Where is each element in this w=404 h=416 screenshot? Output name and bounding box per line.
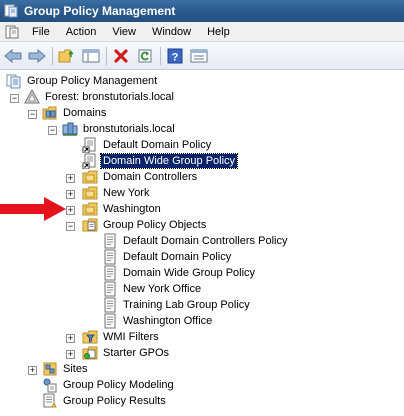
tree-item-label: New York Office <box>123 283 202 295</box>
tree-item-label: Group Policy Results <box>63 395 166 407</box>
forward-icon[interactable] <box>27 46 47 66</box>
expand-icon[interactable]: + <box>66 174 75 183</box>
expand-icon[interactable]: + <box>66 334 75 343</box>
tree-item-wmi-filters[interactable]: WMI Filters <box>82 329 161 345</box>
domain-icon <box>62 121 78 137</box>
tree-item-gpo[interactable]: New York Office <box>102 281 203 297</box>
back-icon[interactable] <box>3 46 23 66</box>
tree-item-label: Domain Controllers <box>103 171 198 183</box>
menu-file[interactable]: File <box>24 26 58 38</box>
console-tree: Group Policy Management − Forest: bronst… <box>0 70 404 416</box>
collapse-icon[interactable]: − <box>10 94 19 103</box>
tree-item-forest[interactable]: Forest: bronstutorials.local <box>24 88 176 105</box>
tree-item-label: New York <box>103 187 150 199</box>
menu-view[interactable]: View <box>104 26 144 38</box>
gpo-scroll-icon <box>102 233 118 249</box>
tree-item-sites[interactable]: Sites <box>42 361 89 377</box>
console-icon[interactable] <box>4 24 20 40</box>
window-title: Group Policy Management <box>24 4 176 18</box>
starter-gpo-folder-icon <box>82 345 98 361</box>
tree-item-label: Washington Office <box>123 315 213 327</box>
gpo-folder-icon <box>82 217 98 233</box>
tree-item-group-policy-modeling[interactable]: Group Policy Modeling <box>42 377 176 393</box>
tree-item-label: Washington <box>103 203 161 215</box>
group-policy-app-icon <box>4 4 18 18</box>
tree-item-gpo[interactable]: Default Domain Policy <box>102 249 233 265</box>
tree-item-gpo[interactable]: Washington Office <box>102 313 214 329</box>
tree-item-label: Group Policy Management <box>27 75 158 87</box>
tree-item-group-policy-results[interactable]: Group Policy Results <box>42 393 168 409</box>
gpo-scroll-icon <box>102 281 118 297</box>
tree-item-domain-wide-group-policy-link[interactable]: Domain Wide Group Policy <box>82 153 239 170</box>
tree-item-default-domain-policy-link[interactable]: Default Domain Policy <box>82 137 213 154</box>
tree-item-label: Default Domain Policy <box>103 139 212 151</box>
show-hide-tree-icon[interactable] <box>81 46 101 66</box>
menu-help[interactable]: Help <box>199 26 238 38</box>
help-icon[interactable]: ? <box>165 46 185 66</box>
domains-icon <box>42 105 58 121</box>
tree-item-gpo[interactable]: Training Lab Group Policy <box>102 297 252 313</box>
tree-item-label: bronstutorials.local <box>83 123 175 135</box>
svg-text:?: ? <box>172 51 179 63</box>
expand-icon[interactable]: + <box>66 350 75 359</box>
tree-item-gpo[interactable]: Domain Wide Group Policy <box>102 265 257 281</box>
gpo-link-icon <box>82 137 98 154</box>
tree-item-label: Domain Wide Group Policy <box>123 267 256 279</box>
tree-item-label: Starter GPOs <box>103 347 170 359</box>
delete-icon[interactable] <box>111 46 131 66</box>
tree-item-label: WMI Filters <box>103 331 159 343</box>
gpo-link-icon <box>82 153 98 170</box>
tree-item-new-york[interactable]: New York <box>82 185 151 201</box>
collapse-icon[interactable]: − <box>28 110 37 119</box>
toolbar-separator <box>160 46 161 65</box>
tree-item-washington[interactable]: Washington <box>82 201 163 217</box>
results-icon <box>42 393 58 409</box>
collapse-icon[interactable]: − <box>48 126 57 135</box>
gpo-scroll-icon <box>102 313 118 329</box>
collapse-icon[interactable]: − <box>66 222 75 231</box>
tree-item-label: Default Domain Policy <box>123 251 232 263</box>
toolbar-separator <box>106 46 107 65</box>
toolbar-separator <box>52 46 53 65</box>
tree-item-label: Group Policy Objects <box>103 219 207 231</box>
tree-item-label: Default Domain Controllers Policy <box>123 235 288 247</box>
menu-window[interactable]: Window <box>144 26 199 38</box>
ou-folder-icon <box>82 185 98 201</box>
up-folder-icon[interactable] <box>57 46 77 66</box>
tree-item-domain[interactable]: bronstutorials.local <box>62 121 177 137</box>
wmi-filter-folder-icon <box>82 329 98 345</box>
menu-bar: File Action View Window Help <box>0 22 404 42</box>
refresh-icon[interactable] <box>135 46 155 66</box>
tree-item-label: Sites <box>63 363 88 375</box>
gpo-scroll-icon <box>102 297 118 313</box>
tree-item-gpo[interactable]: Default Domain Controllers Policy <box>102 233 289 249</box>
tree-item-domains[interactable]: Domains <box>42 105 108 121</box>
tree-item-label: Domain Wide Group Policy <box>99 153 239 169</box>
tree-item-root[interactable]: Group Policy Management <box>6 73 159 89</box>
sites-icon <box>42 361 58 377</box>
tree-item-domain-controllers[interactable]: Domain Controllers <box>82 169 199 185</box>
title-bar: Group Policy Management <box>0 0 404 22</box>
tree-item-label: Domains <box>63 107 107 119</box>
tree-item-label: Group Policy Modeling <box>63 379 174 391</box>
tree-item-starter-gpos[interactable]: Starter GPOs <box>82 345 171 361</box>
forest-icon <box>24 88 40 105</box>
expand-icon[interactable]: + <box>28 366 37 375</box>
menu-action[interactable]: Action <box>58 26 105 38</box>
tree-item-group-policy-objects[interactable]: Group Policy Objects <box>82 217 208 233</box>
ou-folder-icon <box>82 169 98 185</box>
modeling-icon <box>42 377 58 393</box>
gpo-scroll-icon <box>102 265 118 281</box>
ou-folder-icon <box>82 201 98 217</box>
gpo-scroll-icon <box>102 249 118 265</box>
tree-item-label: Training Lab Group Policy <box>123 299 250 311</box>
tree-item-label: Forest: bronstutorials.local <box>45 91 174 103</box>
toolbar: ? <box>0 42 404 70</box>
group-policy-management-icon <box>6 73 22 89</box>
red-arrow-icon <box>0 197 66 221</box>
properties-icon[interactable] <box>189 46 209 66</box>
